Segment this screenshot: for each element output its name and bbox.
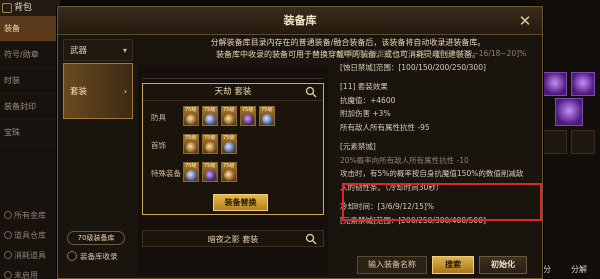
- special-item-icon: [224, 170, 235, 181]
- detail-line: 攻击时，有5%的概率按自身抗魔值150%的数值削减敌: [340, 169, 524, 178]
- accessory-slot[interactable]: 75级: [221, 134, 237, 154]
- search-input[interactable]: 输入装备名称: [357, 256, 427, 274]
- inventory-sub-all-vaults[interactable]: 所有金库: [0, 206, 59, 226]
- equipment-library-modal: 装备库 ✕ 分解装备库目录内存在的普通装备/融合装备后，该装备将自动收录进装备库…: [57, 6, 543, 279]
- inventory-tab-equipment[interactable]: 装备: [0, 16, 59, 42]
- previous-suit-edge: [142, 67, 324, 79]
- inventory-sidebar: 背包 装备 符号/勋章 时装 装备封印 宝珠 所有金库 道具仓库 消耗道具 未启…: [0, 0, 60, 279]
- collection-label: 装备库收录: [80, 252, 118, 261]
- category-suit-label: 套装: [70, 87, 88, 97]
- level70-library-button[interactable]: 70级装备库: [67, 231, 125, 245]
- inventory-tab-orb[interactable]: 宝珠: [0, 120, 59, 146]
- inventory-tab-fashion[interactable]: 时装: [0, 68, 59, 94]
- equipped-item-slot[interactable]: [571, 72, 595, 96]
- armor-slot[interactable]: 75级: [202, 106, 218, 126]
- right-bottom-label[interactable]: 分: [543, 264, 551, 275]
- vault-icon: [4, 211, 12, 219]
- armor-item-icon: [186, 114, 197, 125]
- detail-line: 20%概率向所有敌人所有属性抗性 -10: [340, 155, 469, 165]
- accessory-slot[interactable]: 75级: [183, 134, 199, 154]
- chevron-right-icon: ›: [123, 87, 127, 96]
- accessory-item-icon: [224, 142, 235, 153]
- detail-line: 附加伤害 +3%: [340, 109, 391, 118]
- storage-icon: [4, 231, 12, 239]
- search-icon[interactable]: [305, 86, 317, 98]
- armor-item-icon: [205, 114, 216, 125]
- search-button[interactable]: 搜索: [432, 256, 474, 274]
- special-slot[interactable]: 75级: [202, 162, 218, 182]
- suit-panel-tianjie: 天劫 套装 防具 75级 75级 75级 75级 75级 首饰 75级 75级 …: [142, 83, 324, 215]
- accessory-slot[interactable]: 75级: [202, 134, 218, 154]
- armor-slot[interactable]: 75级: [221, 106, 237, 126]
- armor-slot[interactable]: 75级: [259, 106, 275, 126]
- highlight-box: [342, 183, 542, 221]
- special-slot[interactable]: 75级: [183, 162, 199, 182]
- suit2-title-text: 暗夜之影 套装: [207, 235, 259, 244]
- collection-icon: [67, 251, 77, 261]
- detail-line: [蚀日禁城]范围：[100/150/200/250/300]: [340, 62, 486, 72]
- bag-icon: [2, 3, 12, 13]
- category-weapons-label: 武器: [70, 46, 88, 56]
- suit-panel-shadow[interactable]: 暗夜之影 套装: [142, 230, 324, 247]
- inventory-sub-item-storage[interactable]: 道具仓库: [0, 226, 59, 246]
- reset-button[interactable]: 初始化: [479, 256, 527, 274]
- armor-slot[interactable]: 75级: [183, 106, 199, 126]
- special-item-icon: [186, 170, 197, 181]
- inventory-tab-seal[interactable]: 装备封印: [0, 94, 59, 120]
- detail-line: 所有职业技能攻击力 + [4~6/8~10/12~16/18~20]%: [340, 49, 527, 58]
- inventory-tab-symbols[interactable]: 符号/勋章: [0, 42, 59, 68]
- accessory-item-icon: [205, 142, 216, 153]
- detail-line: 所有敌人所有属性抗性 -95: [340, 122, 430, 132]
- equipped-item-slot[interactable]: [555, 98, 583, 126]
- suit-title-text: 天劫 套装: [214, 87, 252, 97]
- special-item-icon: [205, 170, 216, 181]
- consumable-icon: [4, 251, 12, 259]
- disassemble-button[interactable]: 分解: [571, 264, 587, 275]
- inventory-sub-consumables[interactable]: 消耗道具: [0, 246, 59, 266]
- armor-item-icon: [224, 114, 235, 125]
- library-collection-row[interactable]: 装备库收录: [67, 251, 118, 262]
- suit-row-special: 特殊装备 75级 75级 75级: [143, 158, 323, 190]
- chevron-down-icon: ▾: [122, 46, 127, 55]
- search-icon[interactable]: [305, 233, 317, 245]
- row-label-special: 特殊装备: [151, 169, 181, 178]
- armor-item-icon: [243, 114, 254, 125]
- close-icon[interactable]: ✕: [516, 12, 534, 30]
- armor-slot[interactable]: 75级: [240, 106, 256, 126]
- equipment-swap-button[interactable]: 装备替换: [213, 194, 268, 211]
- detail-line: [11] 套装效果: [340, 82, 388, 91]
- special-slot[interactable]: 75级: [221, 162, 237, 182]
- suit-title: 天劫 套装: [143, 84, 323, 101]
- suit-list: 天劫 套装 防具 75级 75级 75级 75级 75级 首饰 75级 75级 …: [138, 65, 328, 275]
- inventory-sub-disabled[interactable]: 未启用: [0, 266, 59, 279]
- category-suit[interactable]: 套装 ›: [63, 63, 133, 119]
- right-panel: 分 分解: [535, 0, 600, 279]
- inventory-title: 背包: [14, 3, 33, 13]
- accessory-item-icon: [186, 142, 197, 153]
- row-label-armor: 防具: [151, 113, 166, 122]
- equipped-item-slot[interactable]: [571, 130, 595, 154]
- equipped-item-slot[interactable]: [543, 72, 567, 96]
- row-label-accessory: 首饰: [151, 141, 166, 150]
- disabled-icon: [4, 271, 12, 279]
- detail-line: [元素禁城]: [340, 142, 376, 151]
- category-weapons[interactable]: 武器 ▾: [63, 39, 133, 61]
- suit-effect-detail: 所有职业技能攻击力 + [4~6/8~10/12~16/18~20]% [蚀日禁…: [340, 47, 540, 252]
- detail-line: 抗魔值：+4600: [340, 95, 396, 105]
- modal-title: 装备库: [58, 7, 542, 35]
- equipped-item-slot[interactable]: [543, 130, 567, 154]
- armor-item-icon: [262, 114, 273, 125]
- inventory-header: 背包: [0, 0, 59, 16]
